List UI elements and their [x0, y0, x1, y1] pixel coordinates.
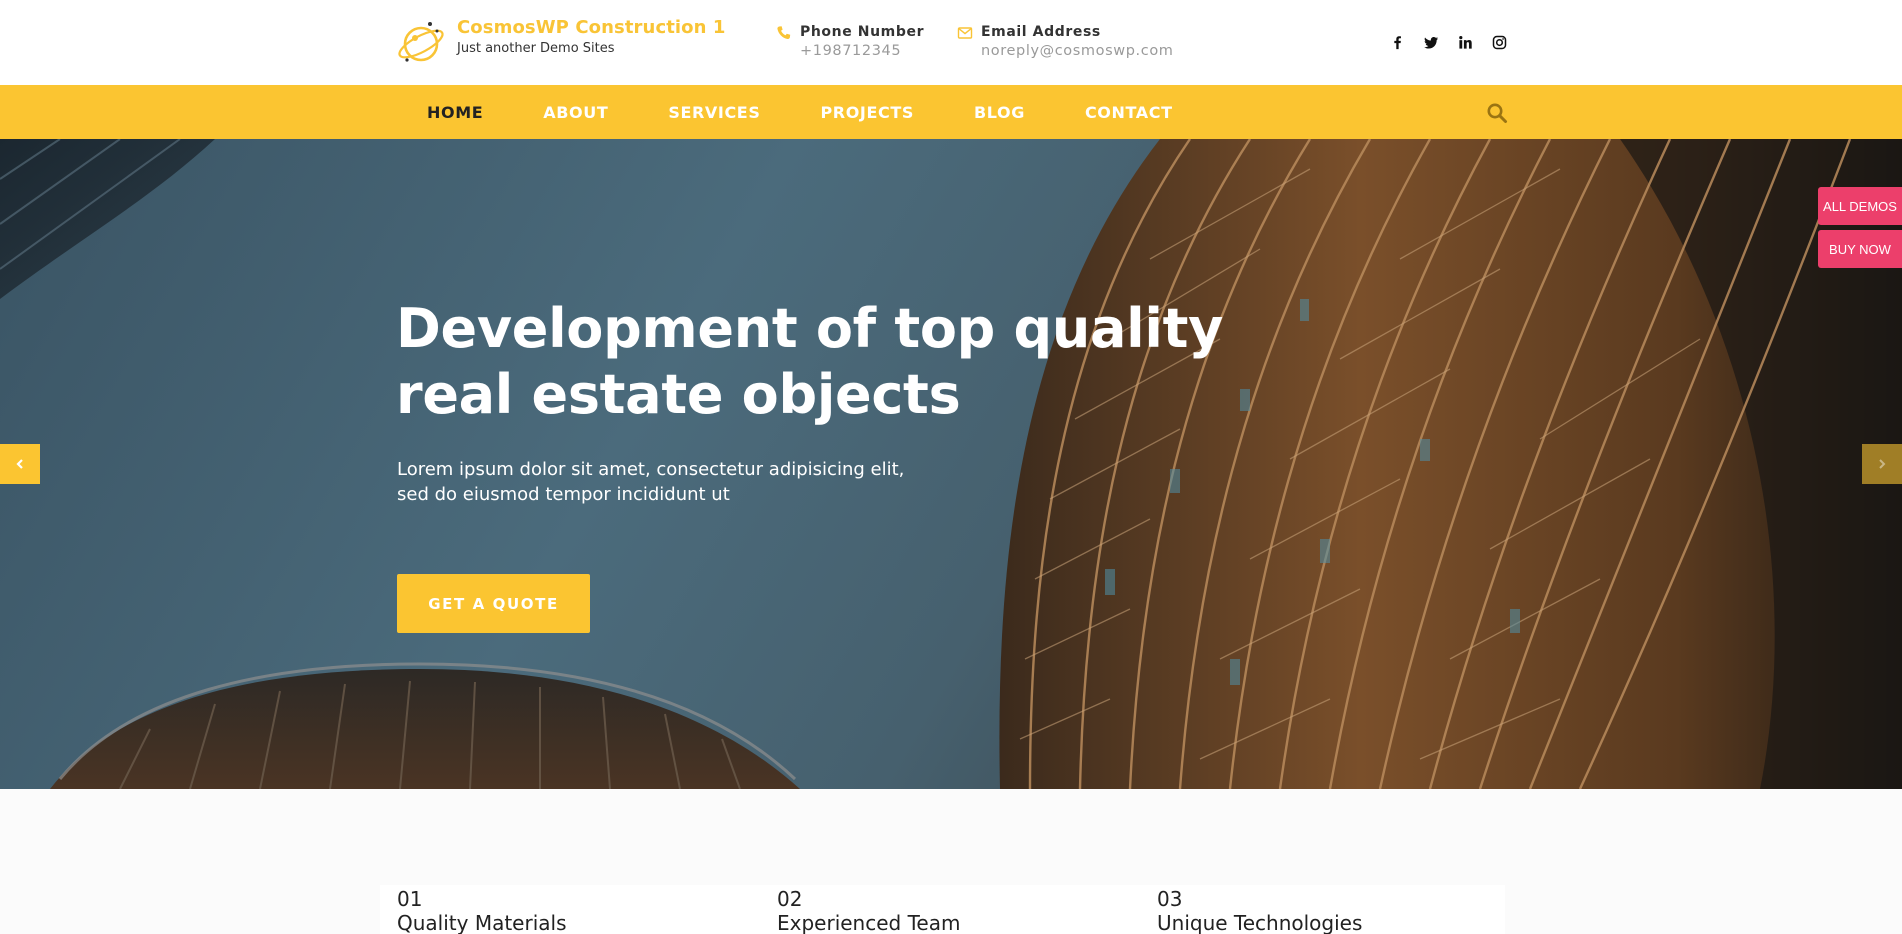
chevron-left-icon — [16, 459, 23, 469]
site-title[interactable]: CosmosWP Construction 1 — [457, 17, 726, 38]
feature-number: 02 — [777, 887, 803, 911]
main-navigation: HOME ABOUT SERVICES PROJECTS BLOG CONTAC… — [0, 85, 1902, 139]
nav-item-blog[interactable]: BLOG — [974, 85, 1025, 139]
all-demos-button[interactable]: ALL DEMOS — [1818, 187, 1902, 225]
social-links — [1380, 32, 1516, 52]
nav-item-services[interactable]: SERVICES — [668, 85, 760, 139]
twitter-icon[interactable] — [1414, 32, 1448, 52]
hero-subtitle: Lorem ipsum dolor sit amet, consectetur … — [397, 457, 957, 507]
hero-title: Development of top quality real estate o… — [396, 296, 1296, 428]
feature-title: Experienced Team — [777, 911, 961, 934]
hero-title-line-1: Development of top quality — [396, 297, 1224, 360]
nav-menu: HOME ABOUT SERVICES PROJECTS BLOG CONTAC… — [427, 85, 1233, 139]
get-a-quote-button[interactable]: GET A QUOTE — [397, 574, 590, 633]
slider-prev-button[interactable] — [0, 444, 40, 484]
feature-number: 03 — [1157, 887, 1183, 911]
instagram-icon[interactable] — [1482, 32, 1516, 52]
hero-slider: Development of top quality real estate o… — [0, 139, 1902, 789]
contact-phone: Phone Number +198712345 — [776, 24, 924, 59]
feature-title: Quality Materials — [397, 911, 567, 934]
nav-item-contact[interactable]: CONTACT — [1085, 85, 1173, 139]
feature-number: 01 — [397, 887, 423, 911]
brand[interactable]: CosmosWP Construction 1 Just another Dem… — [395, 16, 726, 68]
slider-next-button[interactable] — [1862, 444, 1902, 484]
search-icon[interactable] — [1486, 102, 1508, 124]
chevron-right-icon — [1879, 459, 1886, 469]
phone-value[interactable]: +198712345 — [800, 43, 924, 59]
contact-email: Email Address noreply@cosmoswp.com — [957, 24, 1174, 59]
feature-title: Unique Technologies — [1157, 911, 1363, 934]
site-header: CosmosWP Construction 1 Just another Dem… — [0, 0, 1902, 85]
buy-now-button[interactable]: BUY NOW — [1818, 230, 1902, 268]
envelope-icon — [957, 27, 973, 39]
nav-item-projects[interactable]: PROJECTS — [820, 85, 914, 139]
phone-icon — [777, 26, 791, 40]
linkedin-icon[interactable] — [1448, 32, 1482, 52]
nav-item-about[interactable]: ABOUT — [543, 85, 608, 139]
site-tagline: Just another Demo Sites — [457, 41, 615, 56]
hero-subtitle-line-2: sed do eiusmod tempor incididunt ut — [397, 484, 730, 505]
hero-title-line-2: real estate objects — [396, 363, 961, 426]
nav-item-home[interactable]: HOME — [427, 85, 483, 139]
planet-logo-icon — [395, 16, 451, 68]
email-label: Email Address — [981, 24, 1101, 40]
brand-text: CosmosWP Construction 1 Just another Dem… — [457, 16, 726, 56]
phone-label: Phone Number — [800, 24, 925, 40]
hero-subtitle-line-1: Lorem ipsum dolor sit amet, consectetur … — [397, 459, 905, 480]
email-value[interactable]: noreply@cosmoswp.com — [981, 43, 1174, 59]
features-section: 01 Quality Materials 02 Experienced Team… — [0, 789, 1902, 934]
facebook-icon[interactable] — [1380, 32, 1414, 52]
